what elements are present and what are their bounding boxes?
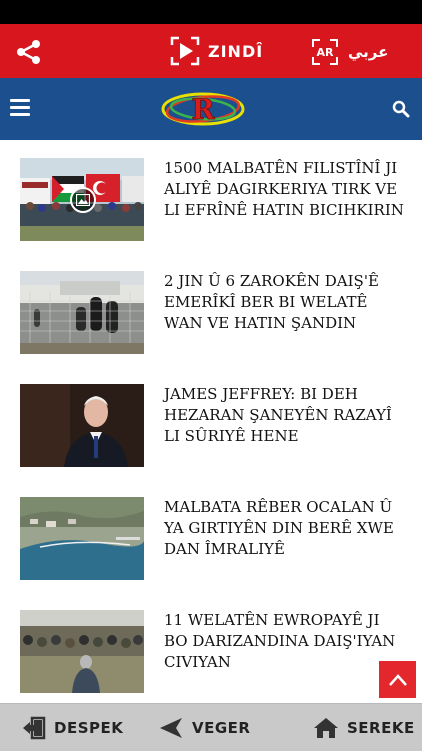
despek-button[interactable]: DESPEK [22, 704, 123, 751]
hamburger-menu-icon[interactable] [10, 99, 30, 117]
language-name: عربي [348, 43, 389, 61]
language-code-badge: AR [312, 39, 338, 65]
status-bar [0, 0, 422, 24]
rudaw-logo[interactable]: R [160, 90, 246, 128]
article-headline[interactable]: MALBATA RÊBER OCALAN Û YA GIRTIYÊN DIN B… [164, 497, 404, 560]
home-icon [314, 717, 338, 738]
article-headline[interactable]: 11 WELATÊN EWROPAYÊ JI BO DARIZANDINA DA… [164, 610, 404, 673]
gallery-icon [70, 187, 96, 213]
article-headline[interactable]: 1500 MALBATÊN FILISTÎNÎ JI ALIYÊ DAGIRKE… [164, 158, 404, 221]
back-arrow-icon [160, 717, 182, 738]
camp-fence-photo [20, 271, 144, 354]
veger-button[interactable]: VEGER [158, 704, 250, 751]
live-label: ZINDÎ [208, 41, 264, 61]
search-icon[interactable] [392, 100, 410, 118]
svg-text:R: R [191, 93, 215, 126]
article-item[interactable]: MALBATA RÊBER OCALAN Û YA GIRTIYÊN DIN B… [0, 497, 422, 580]
article-item[interactable]: 11 WELATÊN EWROPAYÊ JI BO DARIZANDINA DA… [0, 610, 422, 693]
article-headline[interactable]: JAMES JEFFREY: BI DEH HEZARAN ŞANEYÊN RA… [164, 384, 404, 447]
seated-crowd-photo [20, 610, 144, 693]
crowd-flags-photo [20, 158, 144, 241]
bottom-bar: DESPEK VEGER SEREKE [0, 703, 422, 751]
share-button[interactable] [14, 37, 44, 67]
live-button[interactable]: ZINDÎ [170, 34, 263, 68]
article-item[interactable]: 2 JIN Û 6 ZAROKÊN DAIŞ'Ê EMERÎKÎ BER BI … [0, 271, 422, 354]
exit-icon [23, 716, 46, 739]
article-item[interactable]: JAMES JEFFREY: BI DEH HEZARAN ŞANEYÊN RA… [0, 384, 422, 467]
portrait-photo [20, 384, 144, 467]
article-headline[interactable]: 2 JIN Û 6 ZAROKÊN DAIŞ'Ê EMERÎKÎ BER BI … [164, 271, 404, 334]
play-icon [170, 36, 200, 66]
sereke-button[interactable]: SEREKE [313, 704, 415, 751]
nav-bar: R [0, 78, 422, 140]
veger-label: VEGER [192, 718, 251, 737]
article-item[interactable]: 1500 MALBATÊN FILISTÎNÎ JI ALIYÊ DAGIRKE… [0, 158, 422, 241]
share-icon [17, 40, 40, 64]
top-bar: ZINDÎ AR عربي [0, 24, 422, 78]
sereke-label: SEREKE [347, 718, 415, 737]
chevron-up-icon [388, 673, 407, 686]
despek-label: DESPEK [54, 718, 124, 737]
language-button[interactable]: AR عربي [312, 37, 388, 67]
scroll-to-top-button[interactable] [379, 661, 416, 698]
island-aerial-photo [20, 497, 144, 580]
